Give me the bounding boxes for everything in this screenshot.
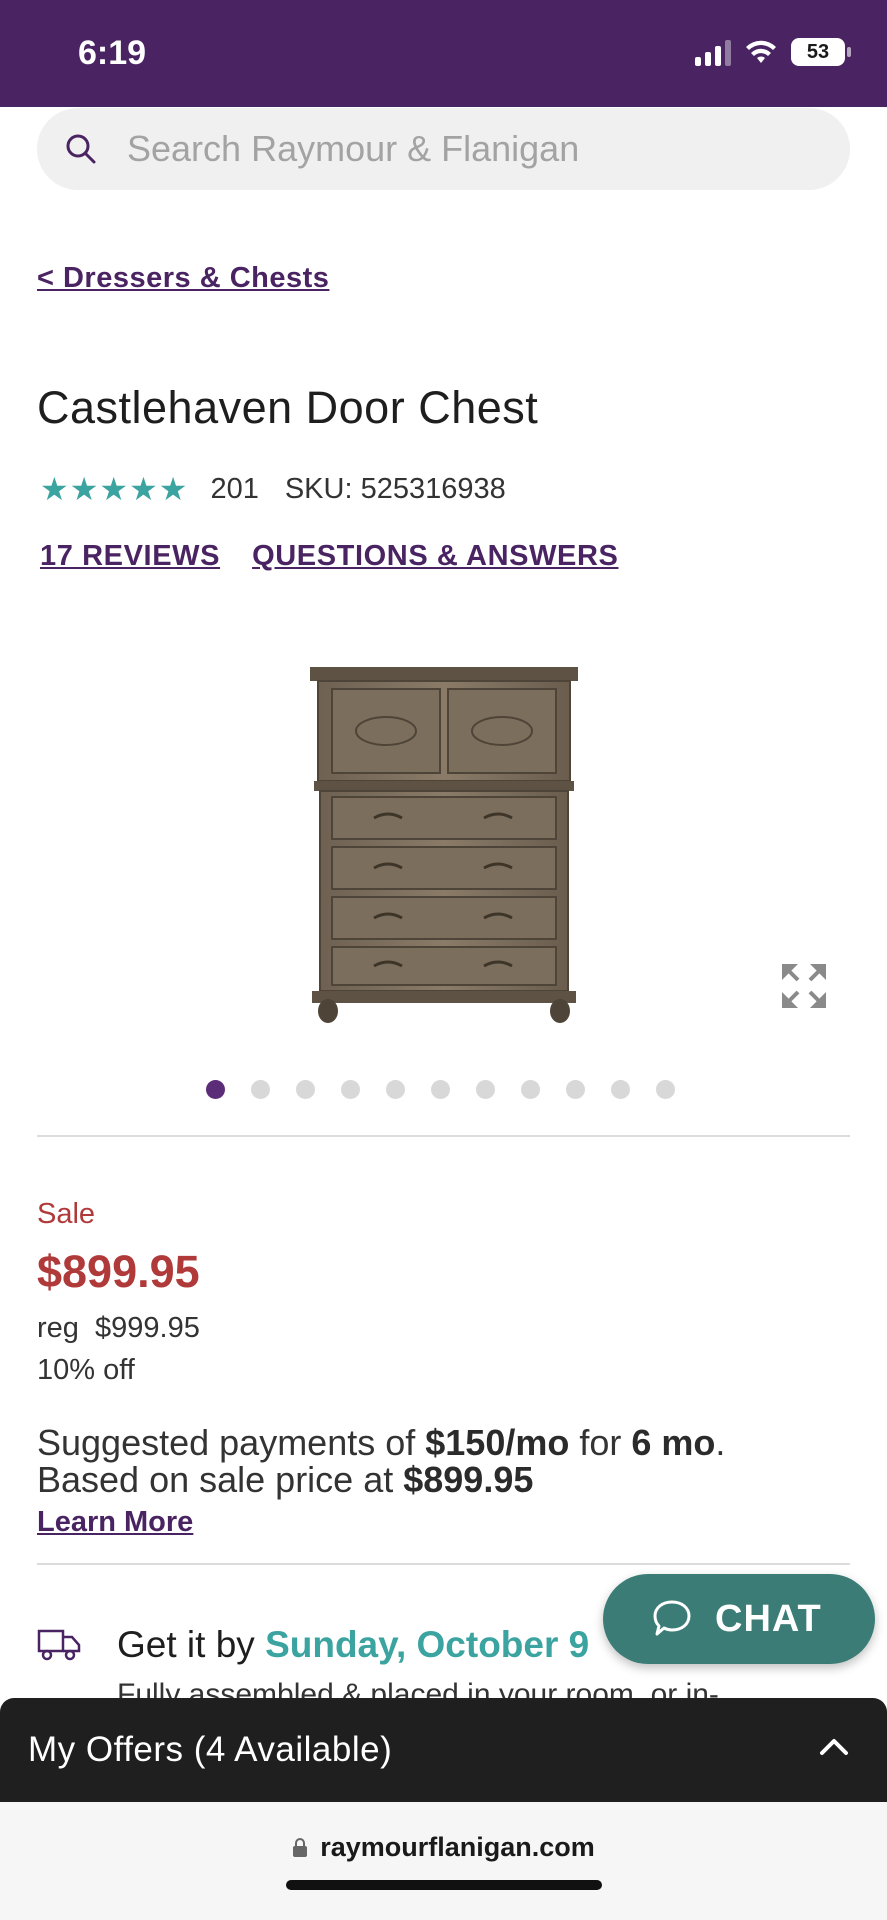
review-links: 17 REVIEWS QUESTIONS & ANSWERS: [40, 540, 618, 573]
delivery-estimate: Get it by Sunday, October 9: [117, 1624, 589, 1666]
carousel-dot[interactable]: [566, 1080, 585, 1099]
divider: [37, 1135, 850, 1137]
product-title: Castlehaven Door Chest: [37, 382, 539, 433]
carousel-dot[interactable]: [476, 1080, 495, 1099]
reviews-link[interactable]: 17 REVIEWS: [40, 540, 220, 573]
my-offers-label: My Offers (4 Available): [28, 1730, 393, 1769]
search-input[interactable]: [127, 128, 827, 170]
questions-answers-link[interactable]: QUESTIONS & ANSWERS: [252, 540, 618, 573]
url-text: raymourflanigan.com: [320, 1832, 595, 1862]
rating-row: ★★★★★ 201 SKU: 525316938: [40, 470, 506, 508]
browser-url-bar[interactable]: raymourflanigan.com: [0, 1802, 887, 1920]
product-image[interactable]: [308, 665, 580, 1025]
chat-bubble-icon: [653, 1600, 691, 1636]
star-rating-icon[interactable]: ★★★★★: [40, 470, 188, 508]
payments-price: $899.95: [403, 1459, 534, 1500]
battery-icon: 53: [791, 38, 851, 66]
my-offers-bar[interactable]: My Offers (4 Available): [0, 1698, 887, 1802]
lock-icon: [293, 1837, 308, 1857]
carousel-dot[interactable]: [656, 1080, 675, 1099]
search-icon: [66, 134, 96, 164]
carousel-dot[interactable]: [386, 1080, 405, 1099]
regular-price-value: $999.95: [95, 1312, 200, 1344]
chat-button[interactable]: CHAT: [603, 1574, 875, 1664]
wifi-icon: [746, 40, 776, 63]
home-indicator: [286, 1880, 602, 1890]
expand-icon[interactable]: [780, 962, 828, 1010]
status-bar: 6:19 53: [0, 0, 887, 107]
carousel-dot[interactable]: [296, 1080, 315, 1099]
sale-price: $899.95: [37, 1246, 200, 1297]
rating-count: 201: [210, 472, 259, 505]
learn-more-link[interactable]: Learn More: [37, 1506, 193, 1539]
delivery-prefix: Get it by: [117, 1624, 266, 1665]
carousel-dot[interactable]: [521, 1080, 540, 1099]
payments-amount: $150/mo: [425, 1422, 570, 1463]
signal-icon: [695, 38, 731, 66]
truck-icon: [37, 1629, 81, 1661]
percent-off: 10% off: [37, 1354, 135, 1386]
payments-prefix: Suggested payments of: [37, 1422, 426, 1463]
regular-price: reg $999.95: [37, 1312, 200, 1345]
carousel-dot[interactable]: [431, 1080, 450, 1099]
delivery-row: Get it by Sunday, October 9: [37, 1624, 589, 1666]
search-bar[interactable]: [37, 108, 850, 190]
regular-price-label: reg: [37, 1312, 79, 1344]
suggested-payments: Suggested payments of $150/mo for 6 mo. …: [37, 1424, 827, 1498]
carousel-dot[interactable]: [341, 1080, 360, 1099]
chevron-up-icon[interactable]: [819, 1736, 849, 1756]
status-time: 6:19: [78, 34, 147, 72]
carousel-dot[interactable]: [251, 1080, 270, 1099]
sku-label: SKU: 525316938: [284, 472, 506, 505]
sale-label: Sale: [37, 1198, 96, 1230]
divider: [37, 1563, 850, 1565]
breadcrumb-dressers-chests[interactable]: < Dressers & Chests: [37, 262, 329, 295]
status-icons: 53: [695, 38, 851, 66]
image-carousel-dots: [206, 1080, 675, 1099]
chat-label: CHAT: [715, 1597, 822, 1640]
carousel-dot[interactable]: [206, 1080, 225, 1099]
payments-for: for: [569, 1422, 632, 1463]
delivery-date: Sunday, October 9: [265, 1624, 590, 1665]
url-row: raymourflanigan.com: [0, 1832, 887, 1863]
payments-term: 6 mo: [631, 1422, 716, 1463]
carousel-dot[interactable]: [611, 1080, 630, 1099]
